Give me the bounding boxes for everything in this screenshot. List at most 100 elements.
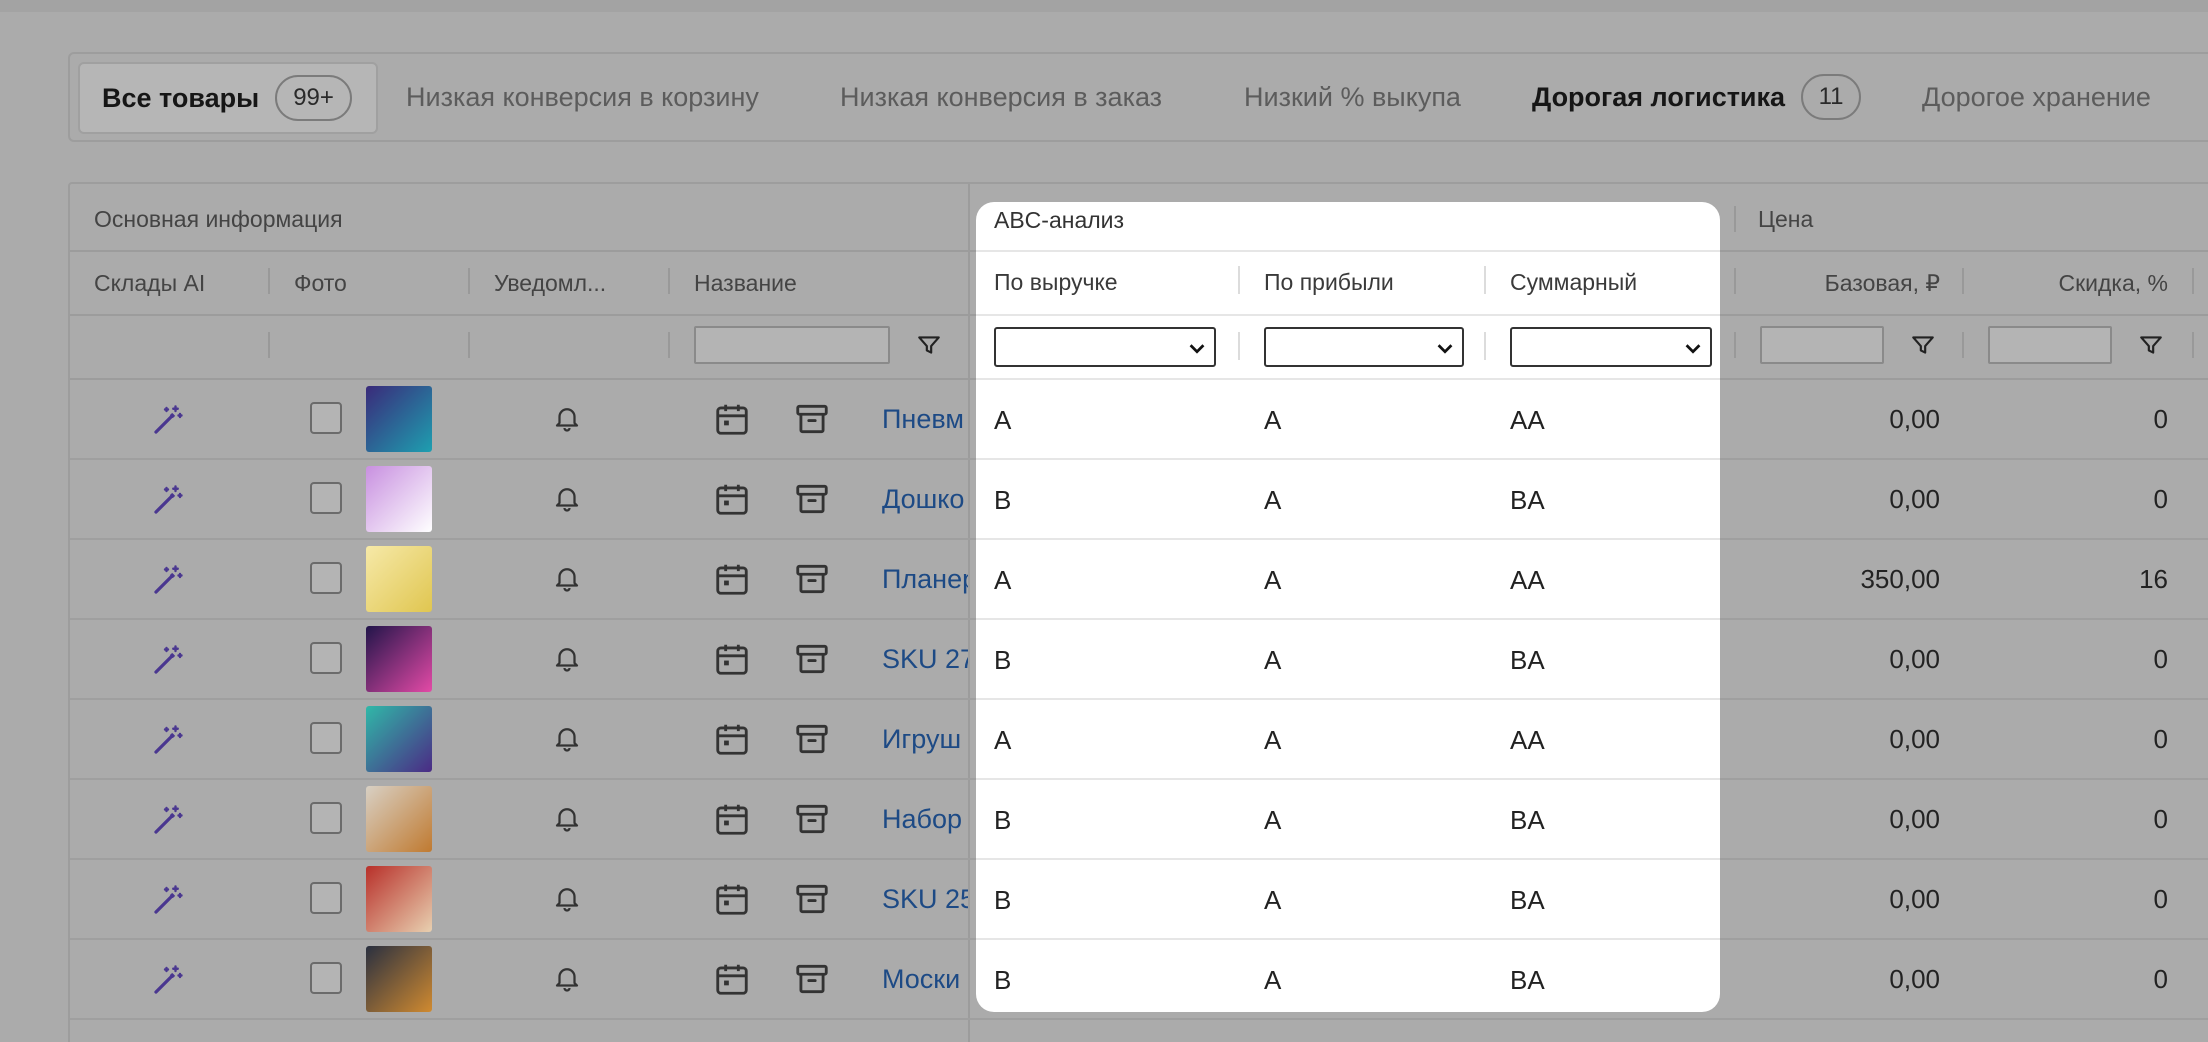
base-price-filter-input[interactable]	[1760, 326, 1884, 364]
column-header-name[interactable]: Название	[694, 270, 797, 297]
product-photo[interactable]	[366, 386, 432, 452]
product-photo[interactable]	[366, 546, 432, 612]
bell-icon[interactable]	[542, 562, 592, 594]
archive-icon[interactable]	[790, 480, 834, 518]
by-revenue-filter-select[interactable]	[994, 327, 1216, 367]
total-value: BA	[1510, 965, 1545, 995]
column-header-warehouses-ai[interactable]: Склады AI	[94, 270, 205, 297]
tab-label: Низкая конверсия в корзину	[406, 81, 759, 112]
column-header-photo[interactable]: Фото	[294, 270, 347, 297]
product-name-link[interactable]: Моски	[882, 964, 968, 995]
divider	[668, 268, 670, 294]
product-photo[interactable]	[366, 866, 432, 932]
archive-icon[interactable]	[790, 640, 834, 678]
filter-tabs: Все товары 99+ Низкая конверсия в корзин…	[68, 52, 2208, 142]
tab-all-products[interactable]: Все товары 99+	[78, 62, 378, 134]
row-checkbox[interactable]	[310, 402, 342, 434]
by-profit-value: A	[1264, 565, 1282, 595]
bell-icon[interactable]	[542, 802, 592, 834]
total-filter-select[interactable]	[1510, 327, 1712, 367]
magic-wand-icon[interactable]	[150, 802, 186, 838]
archive-icon[interactable]	[790, 560, 834, 598]
column-header-discount[interactable]: Скидка, %	[1988, 270, 2168, 297]
column-header-by-revenue[interactable]: По выручке	[994, 269, 1118, 296]
archive-icon[interactable]	[790, 400, 834, 438]
calendar-icon[interactable]	[710, 880, 754, 918]
bell-icon[interactable]	[542, 722, 592, 754]
by-revenue-value: B	[994, 805, 1012, 835]
magic-wand-icon[interactable]	[150, 562, 186, 598]
filter-icon[interactable]	[2138, 332, 2164, 358]
product-photo[interactable]	[366, 786, 432, 852]
product-photo[interactable]	[366, 466, 432, 532]
tab-label: Низкий % выкупа	[1244, 81, 1461, 112]
abc-row: A A AA	[976, 380, 1720, 460]
calendar-icon[interactable]	[710, 560, 754, 598]
total-value: BA	[1510, 485, 1545, 515]
row-checkbox[interactable]	[310, 482, 342, 514]
column-header-total[interactable]: Суммарный	[1510, 269, 1637, 296]
archive-icon[interactable]	[790, 720, 834, 758]
calendar-icon[interactable]	[710, 640, 754, 678]
archive-icon[interactable]	[790, 880, 834, 918]
row-checkbox[interactable]	[310, 722, 342, 754]
archive-icon[interactable]	[790, 800, 834, 838]
column-header-notifications[interactable]: Уведомл...	[494, 270, 606, 297]
row-checkbox[interactable]	[310, 562, 342, 594]
column-header-base-price[interactable]: Базовая, ₽	[1760, 270, 1940, 297]
name-filter-input[interactable]	[694, 326, 890, 364]
product-name-link[interactable]: Дошко	[882, 484, 968, 515]
calendar-icon[interactable]	[710, 400, 754, 438]
row-checkbox[interactable]	[310, 962, 342, 994]
divider	[1962, 332, 1964, 358]
discount-filter-input[interactable]	[1988, 326, 2112, 364]
tab-count-badge: 11	[1801, 74, 1862, 120]
calendar-icon[interactable]	[710, 720, 754, 758]
bell-icon[interactable]	[542, 402, 592, 434]
column-header-by-profit[interactable]: По прибыли	[1264, 269, 1394, 296]
calendar-icon[interactable]	[710, 480, 754, 518]
product-name-link[interactable]: SKU 27	[882, 644, 968, 675]
abc-row: A A AA	[976, 540, 1720, 620]
product-photo[interactable]	[366, 946, 432, 1012]
filter-icon[interactable]	[1910, 332, 1936, 358]
product-name-link[interactable]: Планер	[882, 564, 968, 595]
row-checkbox[interactable]	[310, 802, 342, 834]
by-revenue-value: A	[994, 565, 1012, 595]
tab-low-buyout[interactable]: Низкий % выкупа	[1244, 54, 1461, 140]
bell-icon[interactable]	[542, 962, 592, 994]
row-checkbox[interactable]	[310, 642, 342, 674]
abc-row: B A BA	[976, 860, 1720, 940]
divider	[1484, 266, 1486, 294]
product-photo[interactable]	[366, 706, 432, 772]
tab-expensive-storage[interactable]: Дорогое хранение	[1922, 54, 2151, 140]
bell-icon[interactable]	[542, 882, 592, 914]
by-profit-filter-select[interactable]	[1264, 327, 1464, 367]
magic-wand-icon[interactable]	[150, 962, 186, 998]
archive-icon[interactable]	[790, 960, 834, 998]
magic-wand-icon[interactable]	[150, 722, 186, 758]
product-photo[interactable]	[366, 626, 432, 692]
by-revenue-value: B	[994, 645, 1012, 675]
bell-icon[interactable]	[542, 642, 592, 674]
magic-wand-icon[interactable]	[150, 882, 186, 918]
by-profit-value: A	[1264, 725, 1282, 755]
calendar-icon[interactable]	[710, 800, 754, 838]
product-name-link[interactable]: Пневм	[882, 404, 968, 435]
product-name-link[interactable]: SKU 25	[882, 884, 968, 915]
tab-low-cart-conversion[interactable]: Низкая конверсия в корзину	[406, 54, 759, 140]
product-name-link[interactable]: Набор	[882, 804, 968, 835]
magic-wand-icon[interactable]	[150, 482, 186, 518]
tab-label: Дорогое хранение	[1922, 81, 2151, 112]
base-price-value: 0,00	[1889, 964, 1940, 994]
group-header-price: Цена	[1758, 206, 1814, 232]
product-name-link[interactable]: Игруш	[882, 724, 968, 755]
tab-low-order-conversion[interactable]: Низкая конверсия в заказ	[840, 54, 1162, 140]
row-checkbox[interactable]	[310, 882, 342, 914]
calendar-icon[interactable]	[710, 960, 754, 998]
filter-icon[interactable]	[916, 332, 942, 358]
magic-wand-icon[interactable]	[150, 402, 186, 438]
tab-expensive-logistics[interactable]: Дорогая логистика 11	[1532, 54, 1862, 140]
bell-icon[interactable]	[542, 482, 592, 514]
magic-wand-icon[interactable]	[150, 642, 186, 678]
